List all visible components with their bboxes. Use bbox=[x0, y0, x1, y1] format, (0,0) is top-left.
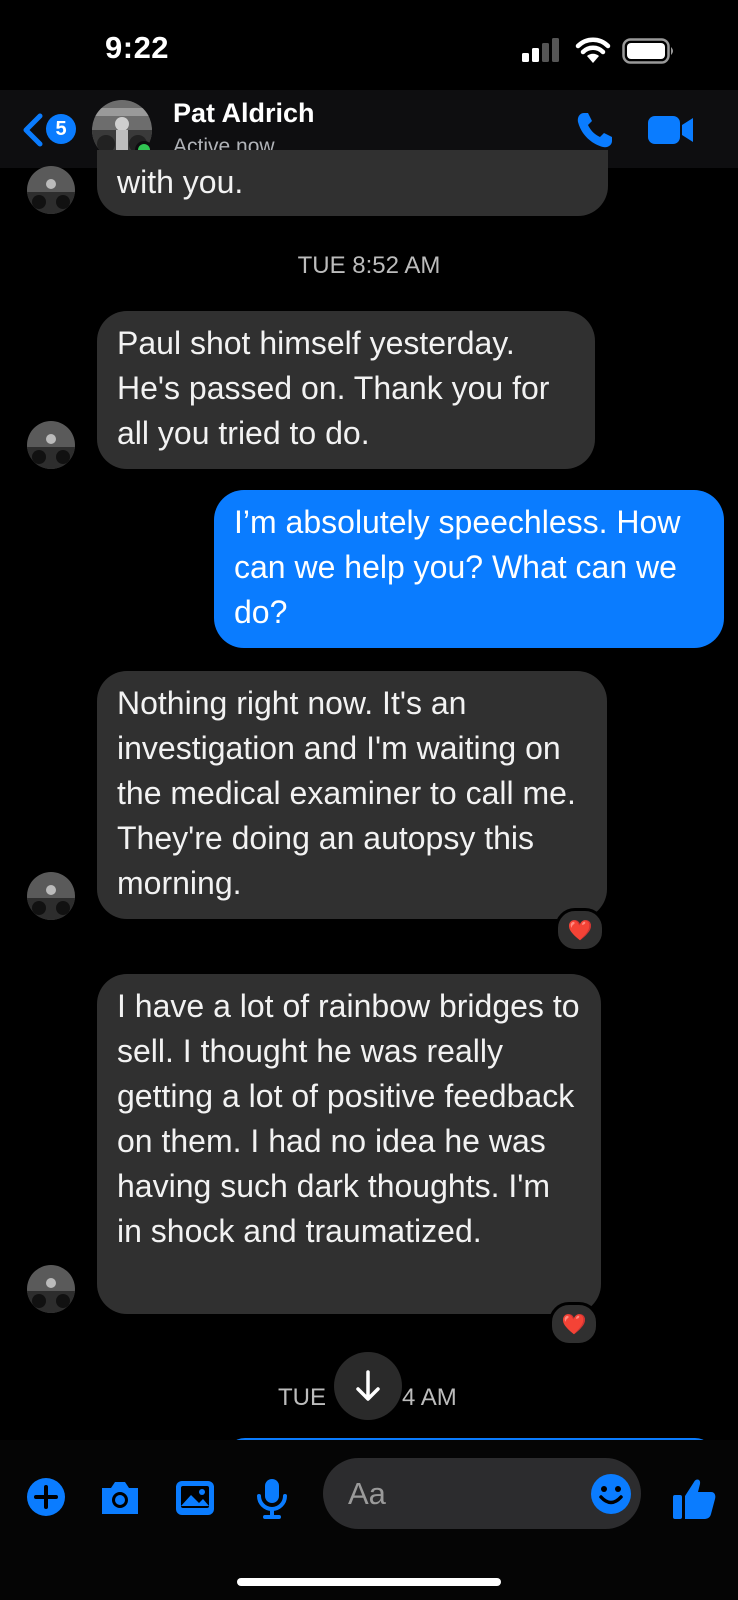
timestamp: TUE 8:52 AM bbox=[297, 252, 441, 279]
timestamp-left: TUE bbox=[278, 1384, 326, 1411]
heart-icon: ❤️ bbox=[567, 919, 593, 942]
video-call-icon[interactable] bbox=[648, 113, 694, 147]
contact-name[interactable]: Pat Aldrich bbox=[173, 98, 315, 129]
timestamp-right: 4 AM bbox=[402, 1384, 457, 1411]
arrow-down-icon bbox=[356, 1370, 380, 1401]
scroll-to-bottom-button[interactable] bbox=[334, 1352, 402, 1420]
heart-reaction[interactable]: ❤️ bbox=[549, 1302, 599, 1346]
status-time: 9:22 bbox=[105, 30, 170, 65]
heart-icon: ❤️ bbox=[561, 1313, 587, 1336]
plus-icon[interactable] bbox=[24, 1475, 68, 1519]
sender-avatar[interactable] bbox=[27, 166, 75, 214]
incoming-message[interactable]: I have a lot of rainbow bridges to sell.… bbox=[97, 974, 601, 1314]
phone-call-icon[interactable] bbox=[575, 110, 615, 150]
sender-avatar[interactable] bbox=[27, 421, 75, 469]
microphone-icon[interactable] bbox=[250, 1476, 294, 1520]
sender-avatar[interactable] bbox=[27, 872, 75, 920]
unread-badge[interactable]: 5 bbox=[46, 114, 76, 144]
home-indicator bbox=[237, 1578, 501, 1586]
emoji-icon[interactable] bbox=[589, 1472, 633, 1516]
incoming-message[interactable]: Paul shot himself yesterday. He's passed… bbox=[97, 311, 595, 469]
thumbs-up-icon[interactable] bbox=[670, 1474, 718, 1522]
sender-avatar[interactable] bbox=[27, 1265, 75, 1313]
image-icon[interactable] bbox=[173, 1476, 217, 1520]
wifi-icon bbox=[575, 37, 611, 63]
battery-icon bbox=[622, 38, 673, 64]
signal-icon bbox=[522, 38, 559, 62]
incoming-message-partial[interactable]: with you. bbox=[97, 150, 608, 216]
heart-reaction[interactable]: ❤️ bbox=[555, 908, 605, 952]
incoming-message[interactable]: Nothing right now. It's an investigation… bbox=[97, 671, 607, 919]
outgoing-message[interactable]: I’m absolutely speechless. How can we he… bbox=[214, 490, 724, 648]
camera-icon[interactable] bbox=[98, 1476, 142, 1520]
